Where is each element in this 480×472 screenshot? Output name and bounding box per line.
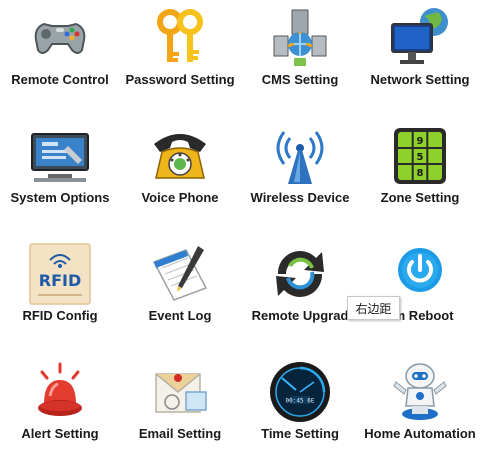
home-automation-label: Home Automation [364,426,476,441]
remote-control-tile[interactable]: Remote Control [0,0,120,118]
phone-icon [148,124,212,188]
keypad-digit-5: 5 [417,152,424,163]
clock-time-text: 00:45 6E [286,398,315,405]
password-setting-tile[interactable]: Password Setting [120,0,240,118]
password-setting-label: Password Setting [125,72,235,87]
time-setting-tile[interactable]: 00:45 6E Time Setting [240,354,360,472]
event-log-tile[interactable]: Event Log [120,236,240,354]
system-options-icon [28,124,92,188]
zone-setting-label: Zone Setting [380,190,460,205]
cms-network-icon [268,6,332,70]
cms-setting-tile[interactable]: CMS Setting [240,0,360,118]
zone-setting-tile[interactable]: 9 5 8 Zone Setting [360,118,480,236]
system-options-label: System Options [10,190,110,205]
rfid-text: RFID [39,271,81,290]
robot-icon [388,360,452,424]
alert-setting-tile[interactable]: Alert Setting [0,354,120,472]
settings-menu-grid: Remote Control Password Setting CMS Sett… [0,0,480,446]
clock-icon: 00:45 6E [268,360,332,424]
email-setting-tile[interactable]: Email Setting [120,354,240,472]
gamepad-icon [28,6,92,70]
network-setting-tile[interactable]: Network Setting [360,0,480,118]
network-setting-label: Network Setting [370,72,470,87]
email-setting-label: Email Setting [138,426,222,441]
tooltip: 右边距 [347,296,400,320]
rfid-config-tile[interactable]: RFID RFID Config [0,236,120,354]
wireless-device-tile[interactable]: Wireless Device [240,118,360,236]
system-reboot-tile[interactable]: em Reboot [360,236,480,354]
keypad-icon: 9 5 8 [388,124,452,188]
siren-icon [28,360,92,424]
system-options-tile[interactable]: System Options [0,118,120,236]
remote-upgrade-label: Remote Upgrad [251,308,349,323]
rfid-config-label: RFID Config [22,308,98,323]
envelope-icon [148,360,212,424]
home-automation-tile[interactable]: Home Automation [360,354,480,472]
cms-setting-label: CMS Setting [261,72,339,87]
voice-phone-label: Voice Phone [141,190,219,205]
antenna-icon [268,124,332,188]
time-setting-label: Time Setting [261,426,339,441]
wireless-device-label: Wireless Device [250,190,350,205]
alert-setting-label: Alert Setting [21,426,99,441]
rfid-icon: RFID [28,242,92,306]
sync-arrows-icon [268,242,332,306]
globe-monitor-icon [388,6,452,70]
voice-phone-tile[interactable]: Voice Phone [120,118,240,236]
event-log-label: Event Log [148,308,212,323]
remote-upgrade-tile[interactable]: Remote Upgrad [240,236,360,354]
keys-icon [148,6,212,70]
notebook-pen-icon [148,242,212,306]
remote-control-label: Remote Control [11,72,109,87]
keypad-digit-9: 9 [417,136,424,147]
keypad-digit-8: 8 [417,168,424,179]
